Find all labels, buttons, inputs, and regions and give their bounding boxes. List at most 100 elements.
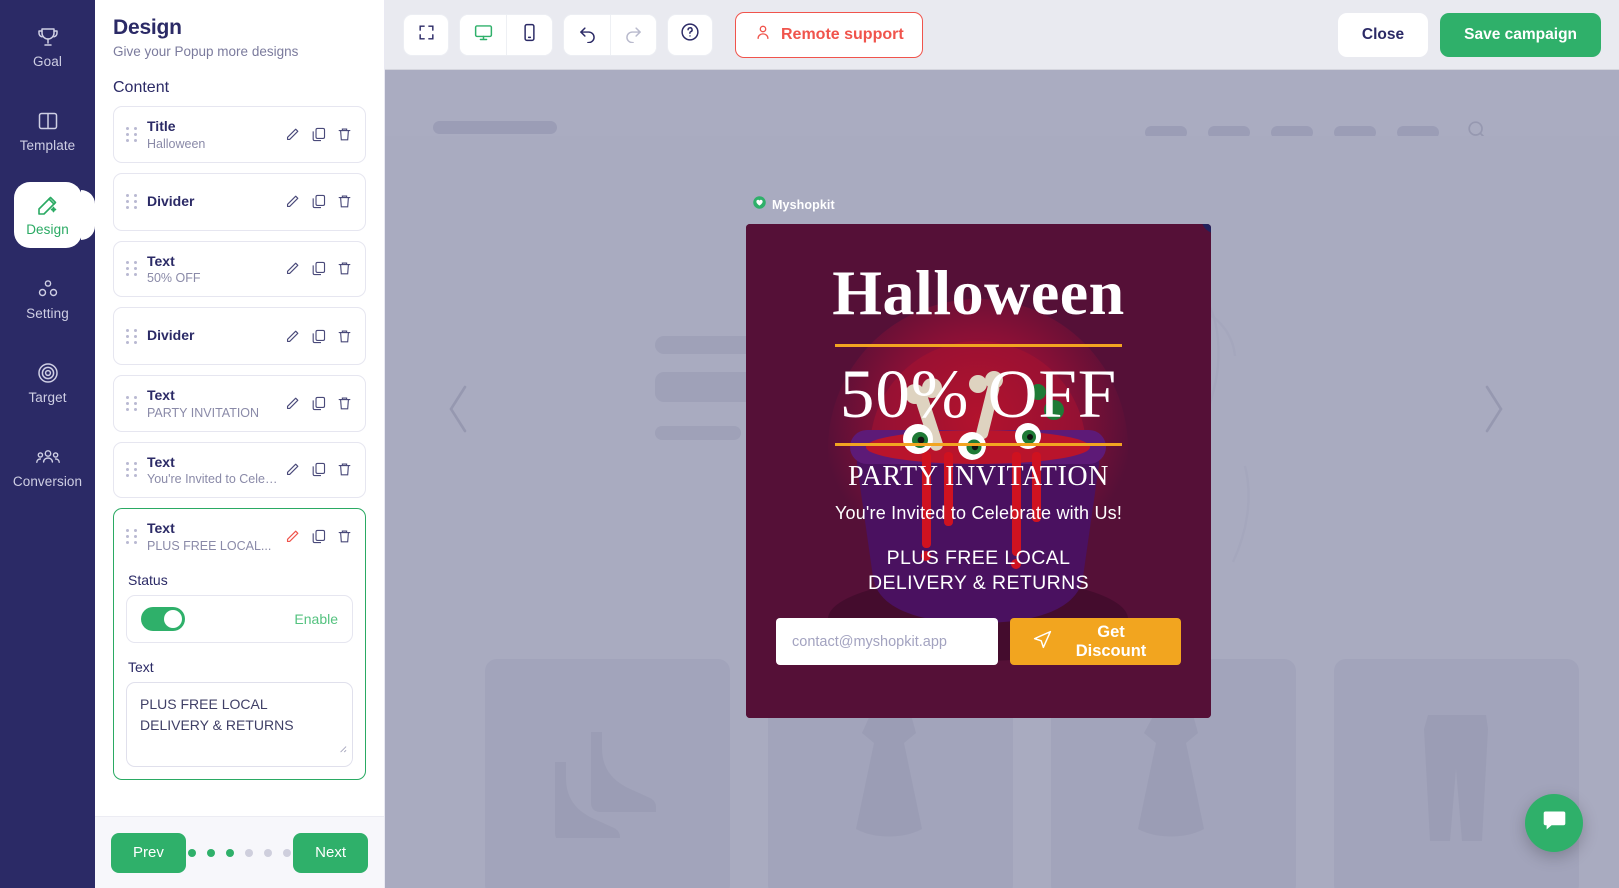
duplicate-icon[interactable]: [310, 260, 327, 277]
chat-bubble-icon: [1541, 807, 1568, 839]
popup-divider-2: [835, 443, 1122, 447]
sidebar-item-label: Setting: [26, 306, 69, 321]
product-card[interactable]: [1334, 659, 1579, 888]
sidebar-item-conversion[interactable]: Conversion: [12, 434, 83, 500]
help-button[interactable]: [667, 13, 713, 56]
trophy-icon: [36, 25, 60, 49]
history-controls: [563, 13, 657, 56]
next-button[interactable]: Next: [293, 832, 368, 873]
content-item-value: Halloween: [147, 136, 206, 151]
redo-button[interactable]: [610, 14, 656, 55]
content-item-value: PLUS FREE LOCAL...: [147, 538, 272, 553]
magic-wand-icon: [36, 193, 60, 217]
duplicate-icon[interactable]: [310, 193, 327, 210]
content-item-divider[interactable]: Divider: [113, 172, 366, 231]
sidebar-item-label: Design: [26, 222, 69, 237]
duplicate-icon[interactable]: [310, 461, 327, 478]
popup-discount: 50% OFF: [839, 356, 1118, 433]
duplicate-icon[interactable]: [310, 528, 327, 545]
duplicate-icon[interactable]: [310, 395, 327, 412]
content-item-type: Text: [147, 387, 175, 403]
resize-grip-icon[interactable]: [336, 742, 347, 753]
prev-button[interactable]: Prev: [111, 832, 186, 873]
status-toggle[interactable]: [141, 606, 185, 631]
skeleton-text-line: [655, 426, 741, 440]
get-discount-button[interactable]: Get Discount: [1010, 618, 1181, 666]
edit-icon[interactable]: [284, 126, 301, 143]
sidebar-item-setting[interactable]: Setting: [14, 266, 82, 332]
delete-icon[interactable]: [336, 126, 353, 143]
delete-icon[interactable]: [336, 328, 353, 345]
popup-title: Halloween: [832, 257, 1125, 328]
sidebar-item-target[interactable]: Target: [14, 350, 82, 416]
section-label-content: Content: [113, 79, 170, 96]
users-icon: [35, 445, 61, 469]
dress-icon: [855, 711, 922, 837]
carousel-next-arrow[interactable]: [1477, 381, 1509, 442]
undo-icon: [577, 22, 598, 48]
edit-icon[interactable]: [284, 260, 301, 277]
content-item-text-discount[interactable]: Text 50% OFF: [113, 240, 366, 297]
drag-handle-icon[interactable]: [126, 126, 138, 142]
content-item-type: Text: [147, 252, 175, 269]
drag-handle-icon[interactable]: [126, 261, 138, 277]
content-item-type: Text: [147, 520, 175, 536]
edit-icon[interactable]: [284, 461, 301, 478]
step-indicator: [188, 848, 291, 857]
drag-handle-icon[interactable]: [126, 528, 138, 544]
device-desktop-button[interactable]: [460, 14, 506, 55]
duplicate-icon[interactable]: [310, 126, 327, 143]
left-nav-rail: Goal Template Design Setting Target Conv…: [0, 0, 95, 888]
drag-handle-icon[interactable]: [126, 462, 138, 478]
drag-handle-icon[interactable]: [126, 194, 138, 209]
carousel-prev-arrow[interactable]: [443, 381, 475, 442]
duplicate-icon[interactable]: [310, 328, 327, 345]
edit-icon[interactable]: [284, 528, 301, 545]
edit-icon[interactable]: [284, 193, 301, 210]
email-input[interactable]: [776, 618, 998, 666]
content-item-text-party[interactable]: Text PARTY INVITATION: [113, 375, 366, 432]
sidebar-item-label: Conversion: [12, 474, 83, 489]
preview-canvas[interactable]: Myshopkit Halloween 50% OFF PARTY INVITA…: [385, 70, 1619, 888]
product-card[interactable]: [485, 659, 730, 888]
drag-handle-icon[interactable]: [126, 395, 138, 411]
delete-icon[interactable]: [336, 461, 353, 478]
device-mobile-button[interactable]: [506, 14, 552, 55]
delete-icon[interactable]: [336, 395, 353, 412]
delete-icon[interactable]: [336, 528, 353, 545]
desktop-icon: [473, 22, 494, 48]
redo-icon: [623, 22, 644, 48]
content-item-divider-2[interactable]: Divider: [113, 307, 366, 365]
delete-icon[interactable]: [336, 260, 353, 277]
popup-party-text: PARTY INVITATION: [847, 461, 1110, 493]
undo-button[interactable]: [564, 14, 610, 55]
content-item-text-subtitle[interactable]: Text You're Invited to Celebrate...: [113, 441, 366, 498]
send-icon: [1032, 629, 1053, 655]
sidebar-item-goal[interactable]: Goal: [14, 14, 82, 80]
design-panel-scroll[interactable]: Design Give your Popup more designs Cont…: [95, 0, 384, 816]
edit-icon[interactable]: [284, 328, 301, 345]
panel-footer: Prev Next: [95, 816, 384, 888]
text-input[interactable]: PLUS FREE LOCAL DELIVERY & RETURNS: [126, 681, 353, 767]
close-button[interactable]: Close: [1337, 12, 1429, 57]
fullscreen-button[interactable]: [403, 13, 449, 56]
sidebar-item-template[interactable]: Template: [14, 98, 82, 164]
save-campaign-button[interactable]: Save campaign: [1440, 12, 1601, 57]
content-item-type: Divider: [147, 327, 195, 344]
gears-icon: [35, 277, 61, 301]
status-value: Enable: [294, 610, 338, 627]
sidebar-item-label: Goal: [33, 54, 62, 69]
chat-widget-button[interactable]: [1525, 794, 1583, 852]
fullscreen-icon: [417, 23, 436, 47]
pants-icon: [1423, 715, 1488, 841]
content-item-text-plus-selected[interactable]: Text PLUS FREE LOCAL... Status Enable Te…: [113, 508, 366, 780]
sidebar-item-design[interactable]: Design: [13, 182, 95, 248]
remote-support-button[interactable]: Remote support: [735, 11, 923, 58]
content-item-title[interactable]: Title Halloween: [113, 106, 366, 163]
high-heel-icon: [554, 732, 656, 838]
edit-icon[interactable]: [284, 395, 301, 412]
dress-icon: [1137, 711, 1204, 837]
content-item-type: Divider: [147, 192, 195, 209]
delete-icon[interactable]: [336, 193, 353, 210]
drag-handle-icon[interactable]: [126, 328, 138, 344]
